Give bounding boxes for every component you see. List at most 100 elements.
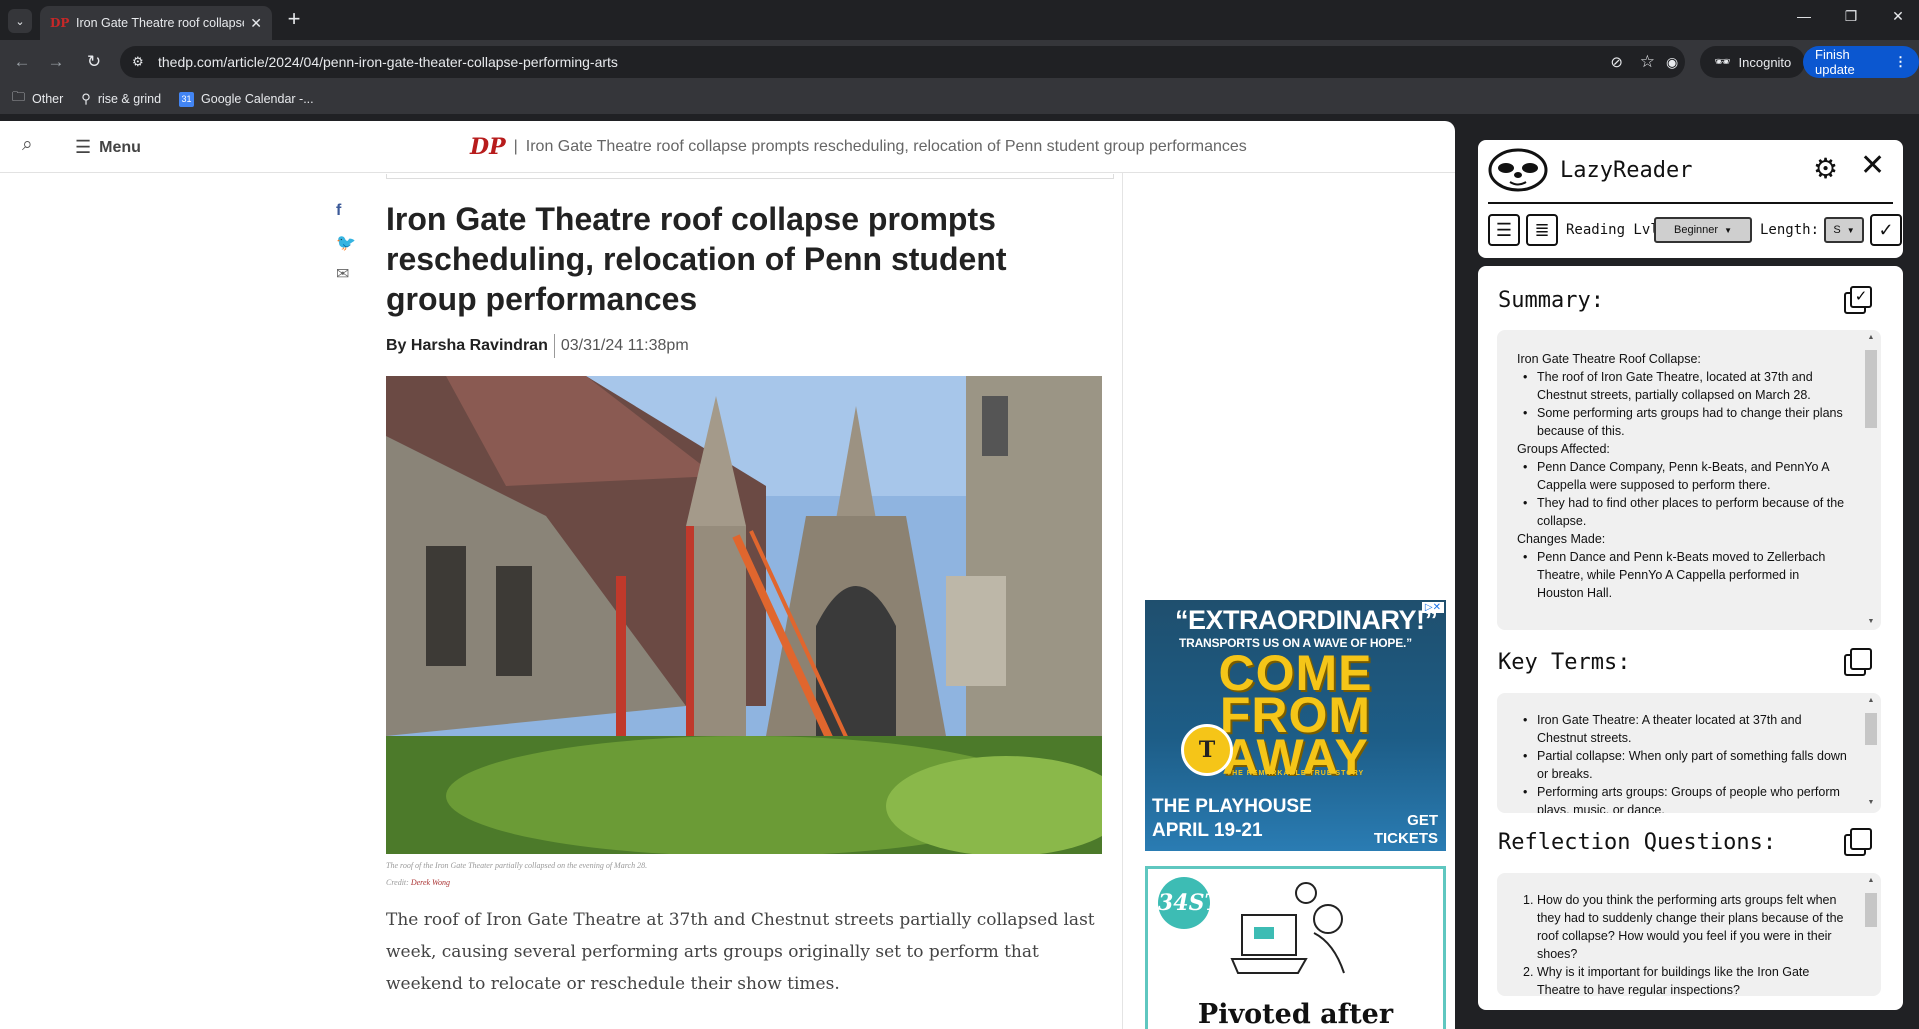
length-value: S <box>1833 224 1841 236</box>
incognito-icon: 🕶 <box>1714 54 1731 69</box>
sloth-logo-icon <box>1488 148 1548 192</box>
key-terms-copy-button[interactable] <box>1844 648 1872 676</box>
summary-heading: Iron Gate Theatre Roof Collapse: <box>1517 352 1701 366</box>
close-icon[interactable]: ✕ <box>1860 148 1885 183</box>
divider <box>553 334 555 358</box>
summary-bullet: Penn Dance and Penn k-Beats moved to Zel… <box>1517 548 1847 602</box>
facebook-share-icon[interactable]: f <box>336 202 341 220</box>
scrollbar-thumb[interactable] <box>1865 893 1877 927</box>
forward-button[interactable]: → <box>44 50 68 74</box>
length-select[interactable]: S ▼ <box>1824 217 1864 243</box>
ad-venue-name: THE PLAYHOUSE <box>1152 796 1312 817</box>
ad-venue: THE PLAYHOUSE APRIL 19-21 <box>1152 795 1312 843</box>
critics-pick-seal: T <box>1181 724 1233 776</box>
browser-tab-active[interactable]: DP Iron Gate Theatre roof collapse ✕ <box>40 6 272 40</box>
more-menu-icon: ⋮ <box>1894 54 1907 69</box>
twitter-share-icon[interactable]: 🐦 <box>336 233 356 253</box>
scroll-up-arrow[interactable]: ▲ <box>1865 877 1877 884</box>
window-close-button[interactable]: ✕ <box>1883 8 1913 25</box>
bookmark-other[interactable]: 🗀 Other <box>12 88 63 110</box>
summary-title: Summary: <box>1498 288 1604 313</box>
tab-close-icon[interactable]: ✕ <box>250 15 262 32</box>
back-button[interactable]: ← <box>10 50 34 74</box>
summary-bullet: Some performing arts groups had to chang… <box>1517 404 1847 440</box>
key-term-item: Performing arts groups: Groups of people… <box>1517 783 1847 813</box>
reading-level-select[interactable]: Beginner ▼ <box>1654 217 1752 243</box>
scroll-down-arrow[interactable]: ▼ <box>1865 799 1877 806</box>
article-headline: Iron Gate Theatre roof collapse prompts … <box>386 201 1007 317</box>
new-tab-button[interactable]: + <box>282 8 306 32</box>
key-term-item: Partial collapse: When only part of some… <box>1517 747 1847 783</box>
photo-caption: The roof of the Iron Gate Theater partia… <box>386 861 648 870</box>
header-separator: | <box>513 138 518 155</box>
photo-credit: Credit: Derek Wong <box>386 878 450 887</box>
tab-search-button[interactable]: ⌄ <box>8 9 32 33</box>
bookmark-google-calendar[interactable]: 31 Google Calendar -... <box>179 91 314 107</box>
menu-button[interactable]: ☰ Menu <box>75 137 141 158</box>
get-tickets-button[interactable]: GET TICKETS <box>1374 812 1438 848</box>
lazyreader-title: LazyReader <box>1560 158 1693 183</box>
bookmark-rise-grind[interactable]: ⚲ rise & grind <box>81 91 161 107</box>
email-share-icon[interactable]: ✉ <box>336 264 349 284</box>
ad-come-from-away[interactable]: ▷✕ “EXTRAORDINARY!” TRANSPORTS US ON A W… <box>1145 600 1446 851</box>
reload-button[interactable]: ↻ <box>82 50 106 74</box>
reflection-content: How do you think the performing arts gro… <box>1517 891 1847 996</box>
summary-copy-button[interactable]: ✓ <box>1844 286 1872 314</box>
summary-box[interactable]: Iron Gate Theatre Roof Collapse: The roo… <box>1497 330 1881 630</box>
chevron-down-icon: ⌄ <box>15 15 25 28</box>
ad-34st[interactable]: 34ST Pivoted after <box>1145 866 1446 1029</box>
scrollbar-thumb[interactable] <box>1865 350 1877 428</box>
menu-label: Menu <box>99 138 141 156</box>
reading-level-value: Beginner <box>1674 224 1719 236</box>
summary-heading: Groups Affected: <box>1517 442 1610 456</box>
dp-logo[interactable]: DP <box>470 134 506 160</box>
restore-button[interactable]: ❐ <box>1836 8 1866 25</box>
key-term-item: Iron Gate Theatre: A theater located at … <box>1517 711 1847 747</box>
credit-name[interactable]: Derek Wong <box>411 878 450 887</box>
key-terms-box[interactable]: Iron Gate Theatre: A theater located at … <box>1497 693 1881 813</box>
divider <box>386 174 1114 179</box>
tracking-protection-icon[interactable]: ⊘ <box>1610 53 1623 71</box>
bookmark-label: Other <box>32 92 64 106</box>
summary-heading: Changes Made: <box>1517 532 1606 546</box>
author[interactable]: By Harsha Ravindran <box>386 337 548 355</box>
incognito-indicator[interactable]: 🕶 Incognito <box>1700 46 1806 78</box>
bookmark-star-icon[interactable]: ☆ <box>1640 52 1655 72</box>
minimize-button[interactable]: — <box>1789 8 1819 24</box>
list-view-button[interactable]: ☰ <box>1488 214 1520 246</box>
dropdown-caret-icon: ▼ <box>1724 225 1732 235</box>
tix-line2: TICKETS <box>1373 830 1438 847</box>
scroll-down-arrow[interactable]: ▼ <box>1865 618 1877 625</box>
lazyreader-body: Summary: ✓ Iron Gate Theatre Roof Collap… <box>1478 266 1903 1010</box>
address-bar[interactable]: ⚙ thedp.com/article/2024/04/penn-iron-ga… <box>120 46 1685 78</box>
settings-gear-icon[interactable]: ⚙ <box>1813 152 1838 185</box>
paragraph-view-button[interactable]: ≣ <box>1526 214 1558 246</box>
reflection-question: Why is it important for buildings like t… <box>1517 963 1847 996</box>
summary-bullet: Penn Dance Company, Penn k-Beats, and Pe… <box>1517 458 1847 494</box>
summary-bullet: They had to find other places to perform… <box>1517 494 1847 530</box>
reflection-box[interactable]: How do you think the performing arts gro… <box>1497 873 1881 996</box>
browser-toolbar: ← → ↻ ⚙ thedp.com/article/2024/04/penn-i… <box>0 40 1919 84</box>
reflection-question: How do you think the performing arts gro… <box>1517 891 1847 963</box>
reflection-copy-button[interactable] <box>1844 828 1872 856</box>
url-text[interactable]: thedp.com/article/2024/04/penn-iron-gate… <box>158 54 618 70</box>
summary-content: Iron Gate Theatre Roof Collapse: The roo… <box>1517 350 1847 602</box>
dropdown-caret-icon: ▼ <box>1846 225 1855 235</box>
run-icon: ⚲ <box>81 91 91 106</box>
search-icon[interactable]: ⌕ <box>22 134 33 156</box>
lazyreader-header: LazyReader ⚙ ✕ ☰ ≣ Reading Lvl: Beginner… <box>1478 140 1903 258</box>
divider <box>1488 202 1893 204</box>
incognito-label: Incognito <box>1738 54 1792 70</box>
finish-update-button[interactable]: Finish update ⋮ <box>1803 46 1919 78</box>
site-info-icon[interactable]: ⚙ <box>132 54 150 70</box>
apply-check-button[interactable]: ✓ <box>1870 214 1902 246</box>
scroll-up-arrow[interactable]: ▲ <box>1865 697 1877 704</box>
reflection-title: Reflection Questions: <box>1498 830 1777 855</box>
extension-icon[interactable]: ◉ <box>1666 54 1678 71</box>
publish-date: 03/31/24 11:38pm <box>560 337 689 354</box>
header-article-title: DP | Iron Gate Theatre roof collapse pro… <box>470 134 1247 160</box>
lazyreader-controls: ☰ ≣ Reading Lvl: Beginner ▼ Length: S ▼ … <box>1488 214 1902 248</box>
scrollbar-thumb[interactable] <box>1865 713 1877 745</box>
article-body: The roof of Iron Gate Theatre at 37th an… <box>386 910 1095 994</box>
scroll-up-arrow[interactable]: ▲ <box>1865 334 1877 341</box>
